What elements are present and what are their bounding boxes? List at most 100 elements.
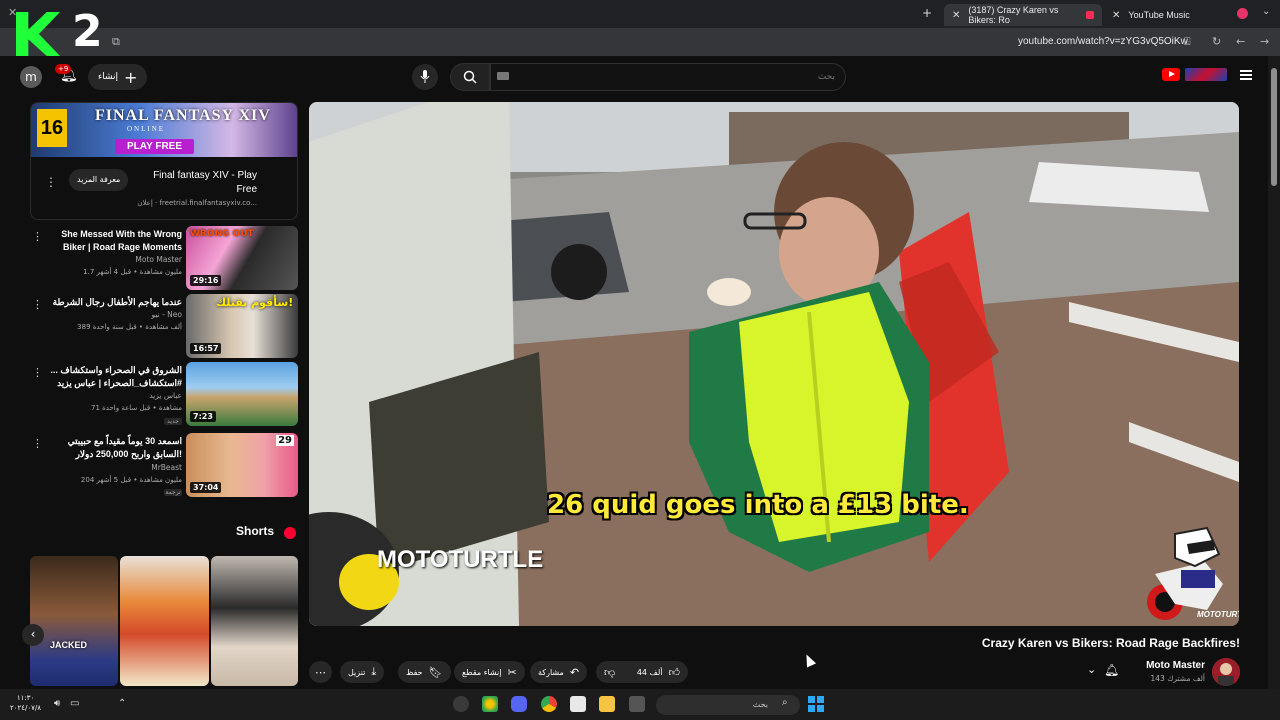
duration-badge: 16:57 [190, 343, 222, 354]
duration-badge: 7:23 [190, 411, 216, 422]
thumbnail-text: سأقوم بقتلك! [216, 296, 294, 309]
clip-label: إنشاء مقطع [462, 667, 502, 677]
taskbar-file-explorer-icon[interactable] [599, 696, 615, 712]
extension-icon[interactable]: ⌸ [1184, 35, 1191, 49]
more-actions-button[interactable]: ⋯ [309, 661, 332, 683]
windows-logo-pane [817, 696, 824, 703]
list-item[interactable]: 7:23 ⋮ الشروق في الصحراء واستكشاف ... #ا… [30, 362, 298, 426]
short-label: JACKED [50, 640, 88, 650]
more-options-icon[interactable]: ⋮ [32, 230, 43, 243]
channel-name[interactable]: Moto Master [48, 255, 182, 264]
taskbar-task-view-icon[interactable] [629, 696, 645, 712]
share-button[interactable]: مشاركة ↶ [530, 661, 588, 683]
keyboard-icon[interactable] [497, 72, 509, 80]
ad-banner-subtitle: ONLINE [127, 125, 166, 133]
search-input[interactable] [490, 63, 846, 91]
menu-icon[interactable] [1240, 70, 1252, 80]
bookmark-icon: 🔖︎ [428, 665, 443, 679]
address-bar-url[interactable]: youtube.com/watch?v=zYG3vQ5OiKw [1018, 36, 1188, 47]
back-icon[interactable]: → [1260, 35, 1269, 48]
taskbar-discord-icon[interactable] [511, 696, 527, 712]
download-button[interactable]: تنزيل ⤓ [340, 661, 385, 683]
taskbar-app-icon[interactable] [453, 696, 469, 712]
account-avatar[interactable]: m [20, 66, 42, 88]
ad-title[interactable]: Final fantasy XIV - Play Free [139, 169, 257, 197]
start-button[interactable] [808, 696, 824, 712]
create-button[interactable]: إنشاء + [88, 64, 148, 90]
new-tab-button[interactable]: + [922, 6, 932, 20]
duration-badge: 37:04 [190, 482, 222, 493]
ad-card[interactable]: 16 FINAL FANTASY XIV ONLINE PLAY FREE ⋮ … [30, 102, 298, 220]
video-player[interactable]: 26 quid goes into a £13 bite. MOTOTURTLE… [309, 102, 1239, 626]
search-icon [463, 70, 477, 84]
forward-icon[interactable]: ← [1236, 35, 1245, 48]
more-options-icon[interactable]: ⋮ [32, 437, 43, 450]
ad-play-free-button[interactable]: PLAY FREE [115, 139, 195, 154]
scrollbar-thumb[interactable] [1271, 68, 1277, 186]
video-meta: 1.7 مليون مشاهدة • قبل 4 أشهر [83, 268, 182, 276]
tab-close-icon[interactable]: ✕ [1112, 10, 1120, 21]
profile-icon[interactable] [1237, 8, 1248, 19]
youtube-logo-icon[interactable] [1162, 68, 1180, 81]
volume-icon[interactable]: 🔊︎ [54, 698, 60, 709]
list-item[interactable]: WRONG OUT 29:16 ⋮ She Messed With the Wr… [30, 226, 298, 290]
share-label: مشاركة [538, 667, 564, 677]
search-button[interactable] [450, 63, 490, 91]
tab-youtube-music[interactable]: ✕ YouTube Music [1104, 4, 1224, 26]
ad-learn-more-button[interactable]: معرفة المزيد [69, 169, 129, 191]
dislike-icon[interactable]: 👎︎ [604, 666, 615, 679]
channel-logo-2: 2 [72, 6, 103, 57]
more-options-icon[interactable]: ⋮ [32, 298, 43, 311]
mouse-cursor [801, 652, 817, 668]
network-icon[interactable]: ▭ [70, 698, 79, 709]
save-button[interactable]: حفظ 🔖︎ [398, 661, 451, 683]
like-dislike-group: 👎︎ 44 ألف 👍︎ [596, 661, 688, 683]
short-thumbnail[interactable] [211, 556, 298, 686]
taskbar-chrome-canary-icon[interactable] [482, 696, 498, 712]
thumbnail-text: WRONG OUT [190, 229, 254, 239]
shorts-prev-button[interactable]: ‹ [22, 624, 44, 646]
channel-watermark: MOTOTURTLE [377, 546, 544, 573]
short-thumbnail[interactable] [30, 556, 118, 686]
video-title: اسمعد 30 يوماً مقيداً مع حبيبتي السابق و… [67, 436, 182, 459]
list-item[interactable]: 29 37:04 ⋮ اسمعد 30 يوماً مقيداً مع حبيب… [30, 433, 298, 497]
clip-button[interactable]: إنشاء مقطع ✂ [454, 661, 525, 683]
channel-name[interactable]: نيو - Neo [48, 310, 182, 319]
list-item[interactable]: سأقوم بقتلك! 16:57 ⋮ عندما يهاجم الأطفال… [30, 294, 298, 358]
voice-search-button[interactable] [412, 64, 438, 90]
taskbar-store-icon[interactable] [570, 696, 586, 712]
video-meta: 204 مليون مشاهدة • قبل 5 أشهر [80, 476, 182, 484]
pip-icon[interactable]: ⧉ [112, 35, 120, 49]
chevron-up-icon[interactable]: ⌃ [118, 698, 126, 709]
tab-youtube-video[interactable]: ✕ (3187) Crazy Karen vs Bikers: Ro [944, 4, 1102, 26]
ad-banner-image[interactable]: 16 FINAL FANTASY XIV ONLINE PLAY FREE [31, 103, 297, 157]
windows-logo-pane [808, 696, 815, 703]
taskbar-search-input[interactable]: بحث [656, 695, 800, 715]
recording-icon [1085, 11, 1094, 19]
video-title-main: Crazy Karen vs Bikers: Road Rage Backfir… [981, 636, 1240, 650]
address-bar-row: ⧉ youtube.com/watch?v=zYG3vQ5OiKw ⌸ ↻ ← … [0, 28, 1280, 56]
channel-name[interactable]: عباس يزيد [48, 391, 182, 400]
tab-label: YouTube Music [1128, 10, 1190, 20]
short-thumbnail[interactable] [120, 556, 209, 686]
tab-label: (3187) Crazy Karen vs Bikers: Ro [968, 5, 1059, 25]
mascot-tag: MOTOTURTLE [1197, 610, 1239, 619]
more-options-icon[interactable]: ⋮ [32, 366, 43, 379]
subscription-bell-icon[interactable]: 🔔︎ [1104, 663, 1119, 677]
channel-name[interactable]: MrBeast [48, 463, 182, 472]
tab-close-icon[interactable]: ✕ [952, 10, 960, 21]
shorts-heading: Shorts [236, 524, 275, 538]
chevron-down-icon[interactable]: ⌄ [1087, 663, 1096, 676]
video-meta: 71 مشاهدة • قبل ساعة واحدة [90, 404, 182, 412]
like-icon[interactable]: 👍︎ [669, 666, 681, 679]
browser-tab-strip: ✕ + ✕ (3187) Crazy Karen vs Bikers: Ro ✕… [0, 0, 1280, 28]
tab-search-icon[interactable]: ⌄ [1262, 6, 1270, 17]
channel-avatar[interactable] [1212, 658, 1240, 686]
reload-icon[interactable]: ↻ [1212, 35, 1221, 48]
more-options-icon[interactable]: ⋮ [45, 175, 57, 189]
new-badge: جديد [164, 418, 182, 425]
video-title: She Messed With the Wrong Biker | Road R… [61, 229, 182, 252]
taskbar-chrome-icon[interactable] [541, 696, 557, 712]
taskbar-clock[interactable]: ١١:٣٠ ٢٠٢٤/٠٧/٨ [10, 693, 41, 713]
window-close-icon[interactable]: ✕ [8, 6, 17, 19]
